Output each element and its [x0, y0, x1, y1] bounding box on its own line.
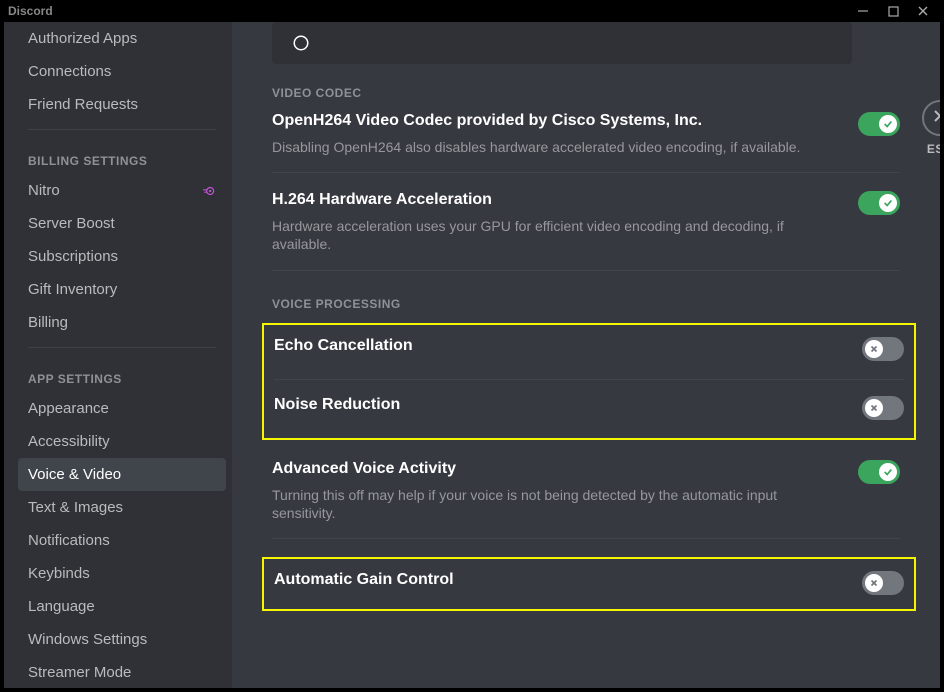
sidebar-separator: [28, 347, 216, 348]
minimize-button[interactable]: [856, 4, 870, 18]
sidebar-item-appearance[interactable]: Appearance: [18, 392, 226, 425]
setting-noise-reduction: Noise Reduction: [274, 396, 904, 438]
setting-text: Advanced Voice Activity Turning this off…: [272, 460, 858, 522]
sidebar-item-label: Voice & Video: [28, 466, 121, 483]
app-title: Discord: [8, 4, 53, 18]
sidebar-item-notifications[interactable]: Notifications: [18, 524, 226, 557]
sidebar-item-label: Nitro: [28, 182, 60, 199]
sidebar-item-language[interactable]: Language: [18, 590, 226, 623]
sidebar-item-label: Streamer Mode: [28, 664, 131, 681]
toggle-knob: [865, 340, 883, 358]
sidebar-item-label: Friend Requests: [28, 96, 138, 113]
sidebar-item-server-boost[interactable]: Server Boost: [18, 207, 226, 240]
sidebar-item-label: Connections: [28, 63, 111, 80]
close-icon: [932, 108, 940, 129]
toggle-knob: [879, 115, 897, 133]
sidebar-item-friend-requests[interactable]: Friend Requests: [18, 88, 226, 121]
toggle-automatic-gain-control[interactable]: [862, 571, 904, 595]
setting-title: Automatic Gain Control: [274, 571, 842, 589]
sidebar-separator: [28, 129, 216, 130]
toggle-echo-cancellation[interactable]: [862, 337, 904, 361]
sidebar-item-label: Server Boost: [28, 215, 115, 232]
toggle-openh264[interactable]: [858, 112, 900, 136]
nitro-icon: [202, 184, 216, 198]
toggle-knob: [865, 399, 883, 417]
sidebar-item-label: Windows Settings: [28, 631, 147, 648]
window-controls: [856, 4, 936, 18]
sidebar-header-app: APP SETTINGS: [18, 356, 226, 392]
sidebar-item-label: Gift Inventory: [28, 281, 117, 298]
close-settings-circle[interactable]: [922, 100, 940, 136]
toggle-knob: [865, 574, 883, 592]
settings-sidebar: Authorized Apps Connections Friend Reque…: [4, 22, 232, 688]
section-header-video-codec: VIDEO CODEC: [272, 86, 900, 100]
setting-h264-hardware: H.264 Hardware Acceleration Hardware acc…: [272, 191, 900, 270]
section-header-voice-processing: VOICE PROCESSING: [272, 297, 900, 311]
toggle-knob: [879, 194, 897, 212]
sidebar-item-label: Subscriptions: [28, 248, 118, 265]
sidebar-header-billing: BILLING SETTINGS: [18, 138, 226, 174]
highlight-echo-noise: Echo Cancellation Noise Reduction: [262, 323, 916, 440]
toggle-knob: [879, 463, 897, 481]
setting-desc: Turning this off may help if your voice …: [272, 486, 838, 522]
warning-icon: [292, 34, 310, 52]
sidebar-item-subscriptions[interactable]: Subscriptions: [18, 240, 226, 273]
toggle-h264-hardware[interactable]: [858, 191, 900, 215]
setting-text: Echo Cancellation: [274, 337, 862, 363]
sidebar-item-authorized-apps[interactable]: Authorized Apps: [18, 22, 226, 55]
sidebar-item-label: Billing: [28, 314, 68, 331]
video-preview-box: [272, 22, 852, 64]
settings-content: ESC VIDEO CODEC OpenH264 Video Codec pro…: [232, 22, 940, 688]
sidebar-item-label: Authorized Apps: [28, 30, 137, 47]
setting-text: OpenH264 Video Codec provided by Cisco S…: [272, 112, 858, 156]
window-titlebar: Discord: [0, 0, 944, 22]
sidebar-item-gift-inventory[interactable]: Gift Inventory: [18, 273, 226, 306]
sidebar-item-nitro[interactable]: Nitro: [18, 174, 226, 207]
sidebar-item-voice-video[interactable]: Voice & Video: [18, 458, 226, 491]
sidebar-item-label: Notifications: [28, 532, 110, 549]
sidebar-item-billing[interactable]: Billing: [18, 306, 226, 339]
voice-processing-section: VOICE PROCESSING Echo Cancellation Noise…: [272, 297, 900, 611]
sidebar-item-text-images[interactable]: Text & Images: [18, 491, 226, 524]
app-frame: Authorized Apps Connections Friend Reque…: [4, 22, 940, 688]
setting-echo-cancellation: Echo Cancellation: [274, 337, 904, 380]
sidebar-item-label: Appearance: [28, 400, 109, 417]
setting-title: Echo Cancellation: [274, 337, 842, 355]
sidebar-item-label: Language: [28, 598, 95, 615]
sidebar-item-streamer-mode[interactable]: Streamer Mode: [18, 656, 226, 688]
toggle-noise-reduction[interactable]: [862, 396, 904, 420]
sidebar-item-label: Accessibility: [28, 433, 110, 450]
setting-title: Noise Reduction: [274, 396, 842, 414]
toggle-advanced-voice-activity[interactable]: [858, 460, 900, 484]
setting-desc: Disabling OpenH264 also disables hardwar…: [272, 138, 838, 156]
maximize-button[interactable]: [886, 4, 900, 18]
sidebar-item-windows-settings[interactable]: Windows Settings: [18, 623, 226, 656]
setting-desc: Hardware acceleration uses your GPU for …: [272, 217, 838, 253]
setting-advanced-voice-activity: Advanced Voice Activity Turning this off…: [272, 460, 900, 539]
setting-openh264: OpenH264 Video Codec provided by Cisco S…: [272, 112, 900, 173]
highlight-agc: Automatic Gain Control: [262, 557, 916, 611]
setting-title: OpenH264 Video Codec provided by Cisco S…: [272, 112, 838, 130]
esc-label: ESC: [927, 142, 940, 156]
close-settings[interactable]: ESC: [922, 100, 940, 156]
close-button[interactable]: [916, 4, 930, 18]
sidebar-item-connections[interactable]: Connections: [18, 55, 226, 88]
setting-title: H.264 Hardware Acceleration: [272, 191, 838, 209]
sidebar-item-keybinds[interactable]: Keybinds: [18, 557, 226, 590]
setting-text: H.264 Hardware Acceleration Hardware acc…: [272, 191, 858, 253]
sidebar-item-accessibility[interactable]: Accessibility: [18, 425, 226, 458]
sidebar-item-label: Keybinds: [28, 565, 90, 582]
setting-automatic-gain-control: Automatic Gain Control: [274, 571, 904, 609]
sidebar-item-label: Text & Images: [28, 499, 123, 516]
setting-title: Advanced Voice Activity: [272, 460, 838, 478]
setting-text: Noise Reduction: [274, 396, 862, 422]
setting-text: Automatic Gain Control: [274, 571, 862, 597]
